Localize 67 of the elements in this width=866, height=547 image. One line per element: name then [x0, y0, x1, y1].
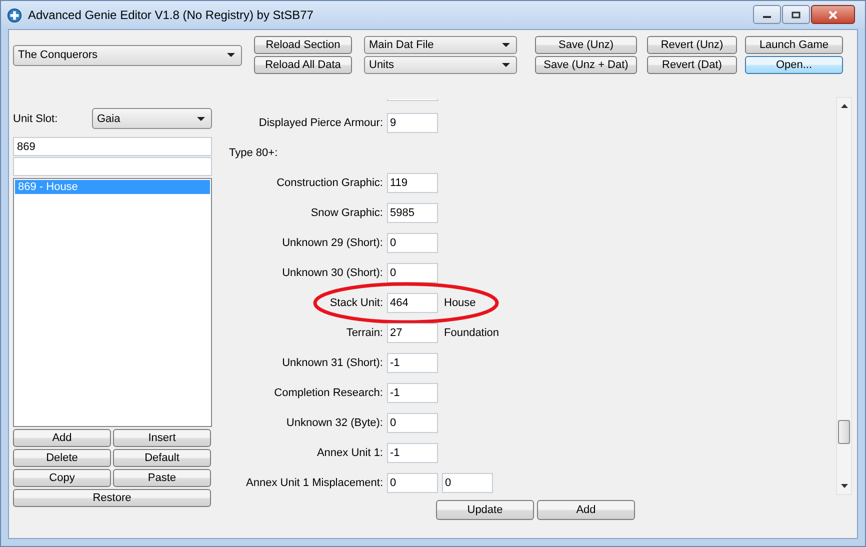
list-action-button[interactable]: Paste — [113, 469, 211, 487]
window-title: Advanced Genie Editor V1.8 (No Registry) by StSB77 — [28, 8, 314, 22]
minimize-button[interactable] — [753, 5, 781, 24]
close-button[interactable] — [811, 5, 855, 24]
caret-icon — [197, 116, 205, 120]
reload-button[interactable]: Reload Section — [254, 36, 352, 54]
field-label: Annex Unit 1: — [316, 447, 383, 459]
maximize-button[interactable] — [782, 5, 810, 24]
scroll-down-icon[interactable] — [840, 484, 848, 488]
input-field[interactable]: -1 — [387, 443, 438, 463]
field-label: Unknown 31 (Short): — [281, 357, 383, 369]
section-heading: Type 80+: — [228, 147, 278, 159]
reload-button[interactable]: Reload All Data — [254, 56, 352, 74]
launch-game-button[interactable]: Launch Game — [745, 36, 843, 54]
field-label: Annex Unit 1 Misplacement: — [245, 477, 383, 489]
field-label: Displayed Pierce Armour: — [258, 117, 383, 129]
save-button[interactable]: Save (Unz + Dat) — [535, 56, 637, 74]
caret-icon — [502, 63, 510, 67]
list-action-button[interactable]: Default — [113, 449, 211, 467]
app-icon — [7, 8, 22, 22]
field-label: Stack Unit: — [328, 297, 383, 309]
caret-icon — [227, 53, 235, 57]
unit-slot-dropdown[interactable]: Gaia — [92, 108, 212, 129]
input-field[interactable]: 0 — [387, 413, 438, 433]
scroll-thumb[interactable] — [838, 420, 850, 444]
input-field[interactable]: 27 — [387, 323, 438, 343]
section-dropdown[interactable]: Units — [364, 56, 517, 74]
field-label: Terrain: — [345, 327, 383, 339]
scrollbar[interactable] — [836, 97, 852, 495]
revert-button[interactable]: Revert (Dat) — [647, 56, 737, 74]
list-action-button[interactable]: Insert — [113, 429, 211, 447]
input-field[interactable]: 119 — [387, 173, 438, 193]
list-action-button[interactable]: Copy — [13, 469, 111, 487]
input-field[interactable]: 5985 — [387, 203, 438, 223]
maximize-icon — [791, 10, 801, 18]
field-label: Construction Graphic: — [276, 177, 383, 189]
input-field[interactable]: -1 — [387, 353, 438, 373]
input-field[interactable]: 0 — [387, 473, 438, 493]
open-button[interactable]: Open... — [745, 56, 843, 74]
search-field[interactable]: 869 — [13, 137, 212, 156]
list-action-button[interactable]: Restore — [13, 489, 211, 507]
list-action-button[interactable]: Delete — [13, 449, 111, 467]
field-note: House — [444, 297, 476, 309]
file-dropdown[interactable]: Main Dat File — [364, 36, 517, 54]
list-action-button[interactable]: Add — [13, 429, 111, 447]
input-field[interactable]: 464 — [387, 293, 438, 313]
revert-button[interactable]: Revert (Unz) — [647, 36, 737, 54]
input-field[interactable]: 0 — [442, 473, 493, 493]
unit-slot-label: Unit Slot: — [13, 112, 59, 124]
game-dropdown[interactable]: The Conquerors — [13, 44, 242, 66]
form-button[interactable]: Update — [436, 500, 534, 520]
input-field[interactable]: -1 — [387, 383, 438, 403]
input-field[interactable]: 0 — [387, 233, 438, 253]
input-field[interactable]: 0 — [387, 263, 438, 283]
field-label: Unknown 29 (Short): — [281, 237, 383, 249]
input-field[interactable]: 9 — [387, 113, 438, 133]
form-button[interactable]: Add — [537, 500, 635, 520]
save-button[interactable]: Save (Unz) — [535, 36, 637, 54]
search-field[interactable] — [13, 157, 212, 176]
field-label: Completion Research: — [273, 387, 383, 399]
scroll-up-icon[interactable] — [840, 104, 848, 108]
field-label: Unknown 30 (Short): — [281, 267, 383, 279]
caret-icon — [502, 43, 510, 47]
field-note: Foundation — [444, 327, 500, 339]
close-icon — [828, 10, 838, 20]
field-label: Snow Graphic: — [310, 207, 383, 219]
field-label: Unknown 32 (Byte): — [285, 417, 383, 429]
